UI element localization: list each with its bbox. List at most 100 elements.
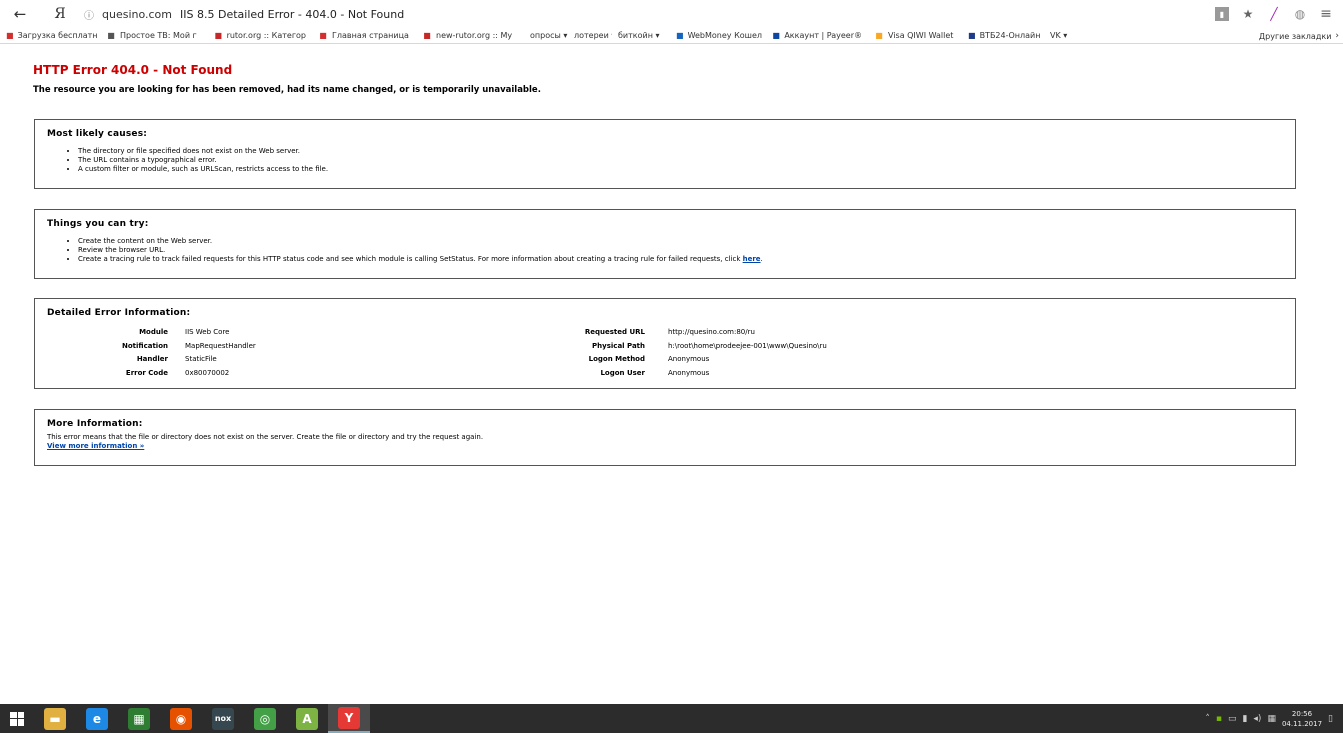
bookmark-item[interactable]: ■ Главная страница bbox=[312, 31, 416, 41]
notifications-icon[interactable]: ▯ bbox=[1328, 714, 1333, 724]
globe-icon[interactable]: ◍ bbox=[1289, 3, 1311, 25]
more-text: This error means that the file or direct… bbox=[47, 433, 484, 441]
taskbar-app[interactable]: ◎ bbox=[244, 704, 286, 733]
bookmark-label: WebMoney Кошел bbox=[687, 31, 762, 40]
taskbar-app[interactable]: ◉ bbox=[160, 704, 202, 733]
bookmark-item[interactable]: ■ WebMoney Кошел bbox=[670, 31, 766, 41]
causes-panel: Most likely causes: The directory or fil… bbox=[34, 119, 1296, 189]
qiwi-icon: ■ bbox=[875, 31, 883, 40]
bookmark-item[interactable]: лотереи ▾ bbox=[568, 31, 612, 40]
bookmark-item[interactable]: ■ new-rutor.org :: Му bbox=[416, 31, 524, 41]
label-logon-method: Logon Method bbox=[588, 355, 645, 363]
other-bookmarks-label: Другие закладки bbox=[1258, 31, 1332, 41]
bookmark-item[interactable]: опросы ▾ bbox=[524, 31, 568, 40]
bookmarks-bar: ■ Загрузка бесплатн ■ Простое ТВ: Мой г ■ rut… bbox=[0, 28, 1343, 44]
clock-time: 20:56 bbox=[1291, 709, 1313, 718]
page-icon: ■ bbox=[107, 31, 115, 40]
back-button[interactable]: ← bbox=[0, 0, 40, 28]
bookmark-item[interactable]: ■ ВТБ24-Онлайн bbox=[962, 31, 1044, 41]
taskbar-app[interactable]: ▬ bbox=[34, 704, 76, 733]
value-requested-url: http://quesino.com:80/ru bbox=[668, 328, 755, 336]
taskbar-app[interactable]: ▦ bbox=[118, 704, 160, 733]
error-heading: HTTP Error 404.0 - Not Found bbox=[33, 63, 233, 77]
bookmark-label: Загрузка бесплатн bbox=[17, 31, 98, 40]
taskbar-app[interactable]: A bbox=[286, 704, 328, 733]
info-icon[interactable]: ⓘ bbox=[84, 7, 94, 22]
bookmark-label: биткойн ▾ bbox=[618, 31, 660, 40]
start-button[interactable] bbox=[0, 704, 34, 733]
firefox-icon: ◉ bbox=[170, 707, 192, 730]
bookmark-label: Аккаунт | Payeer® bbox=[784, 31, 862, 40]
bookmark-item[interactable]: ■ Аккаунт | Payeer® bbox=[766, 31, 868, 41]
detail-title: Detailed Error Information: bbox=[47, 308, 191, 318]
try-title: Things you can try: bbox=[47, 219, 149, 229]
menu-icon[interactable]: ≡ bbox=[1315, 3, 1337, 25]
bookmark-item[interactable]: биткойн ▾ bbox=[612, 31, 670, 40]
bookmark-label: Простое ТВ: Мой г bbox=[120, 31, 197, 40]
list-item: Create the content on the Web server. bbox=[78, 237, 1295, 246]
detail-right-labels: Requested URL Physical Path Logon Method… bbox=[495, 326, 645, 380]
bookmark-label: VK ▾ bbox=[1050, 31, 1068, 40]
nox-icon: nox bbox=[212, 707, 234, 730]
bookmark-label: rutor.org :: Категор bbox=[226, 31, 306, 40]
list-item: The directory or file specified does not… bbox=[78, 147, 1295, 156]
value-notification: MapRequestHandler bbox=[185, 341, 256, 350]
try-list: Create the content on the Web server. Re… bbox=[78, 237, 1295, 264]
taskbar-app[interactable]: e bbox=[76, 704, 118, 733]
detail-left-labels: Module Notification Handler Error Code bbox=[35, 326, 168, 380]
page-content: HTTP Error 404.0 - Not Found The resourc… bbox=[0, 45, 1343, 704]
pen-icon[interactable]: ╱ bbox=[1263, 3, 1285, 25]
value-logon-method: Anonymous bbox=[668, 355, 710, 363]
other-bookmarks[interactable]: Другие закладки › bbox=[1259, 28, 1339, 44]
toolbar-right: ▮ ★ ╱ ◍ ≡ bbox=[1211, 0, 1343, 28]
device-icon[interactable]: ▭ bbox=[1228, 714, 1237, 724]
bookmark-item[interactable]: ■ Простое ТВ: Мой г bbox=[100, 31, 208, 41]
protect-icon[interactable]: ▮ bbox=[1215, 7, 1229, 21]
detail-panel: Detailed Error Information: Module Notif… bbox=[34, 298, 1296, 389]
language-icon[interactable]: ▦ bbox=[1267, 714, 1276, 724]
view-more-link[interactable]: View more information » bbox=[47, 442, 1295, 450]
label-notification: Notification bbox=[121, 341, 168, 350]
volume-icon[interactable]: ◂) bbox=[1253, 714, 1261, 724]
list-item: Review the browser URL. bbox=[78, 246, 1295, 255]
yandex-logo[interactable]: Я bbox=[40, 0, 80, 28]
network-icon[interactable]: ▮ bbox=[1242, 714, 1247, 724]
url-host: quesino.com bbox=[102, 7, 173, 21]
clock[interactable]: 20:56 04.11.2017 bbox=[1282, 709, 1322, 729]
detail-right-values: http://quesino.com:80/ru h:\root\home\pr… bbox=[668, 326, 827, 380]
bookmark-label: new-rutor.org :: Му bbox=[436, 31, 513, 40]
taskbar-app[interactable]: Y bbox=[328, 704, 370, 733]
address-field[interactable]: ⓘ quesino.com IIS 8.5 Detailed Error - 4… bbox=[84, 3, 1200, 25]
label-requested-url: Requested URL bbox=[584, 328, 645, 336]
system-tray: ˄ ▪ ▭ ▮ ◂) ▦ 20:56 04.11.2017 ▯ bbox=[1205, 704, 1343, 733]
bookmark-item[interactable]: VK ▾ bbox=[1044, 31, 1072, 40]
webmoney-icon: ■ bbox=[676, 31, 684, 40]
here-link[interactable]: here bbox=[743, 255, 761, 263]
vtb-icon: ■ bbox=[968, 31, 976, 40]
clock-date: 04.11.2017 bbox=[1281, 719, 1323, 728]
bookmark-item[interactable]: ■ Загрузка бесплатн bbox=[0, 31, 100, 41]
rutor-icon: ■ bbox=[214, 31, 223, 40]
causes-list: The directory or file specified does not… bbox=[78, 147, 1295, 174]
detail-left-values: IIS Web Core MapRequestHandler StaticFil… bbox=[185, 326, 256, 380]
bookmark-label: Главная страница bbox=[332, 31, 409, 40]
label-error-code: Error Code bbox=[125, 368, 168, 377]
screen: ← Я ⓘ quesino.com IIS 8.5 Detailed Error… bbox=[0, 0, 1343, 733]
browser-toolbar: ← Я ⓘ quesino.com IIS 8.5 Detailed Error… bbox=[0, 0, 1343, 28]
list-item: Create a tracing rule to track failed re… bbox=[78, 255, 1295, 264]
taskbar-app[interactable]: nox bbox=[202, 704, 244, 733]
file-explorer-icon: ▬ bbox=[44, 707, 66, 730]
payeer-icon: ■ bbox=[772, 31, 780, 40]
more-panel: More Information: This error means that … bbox=[34, 409, 1296, 466]
site-icon: ■ bbox=[319, 31, 327, 40]
nvidia-icon[interactable]: ▪ bbox=[1216, 714, 1222, 724]
bookmark-item[interactable]: ■ rutor.org :: Категор bbox=[208, 31, 312, 41]
yandex-browser-icon: Y bbox=[338, 706, 360, 729]
chevron-up-icon[interactable]: ˄ bbox=[1205, 714, 1210, 724]
value-handler: StaticFile bbox=[185, 355, 217, 363]
bookmark-label: ВТБ24-Онлайн bbox=[979, 31, 1041, 40]
bookmark-star-icon[interactable]: ★ bbox=[1237, 3, 1259, 25]
value-error-code: 0x80070002 bbox=[185, 368, 230, 377]
value-module: IIS Web Core bbox=[185, 328, 230, 336]
bookmark-item[interactable]: ■ Visa QIWI Wallet bbox=[868, 31, 962, 41]
